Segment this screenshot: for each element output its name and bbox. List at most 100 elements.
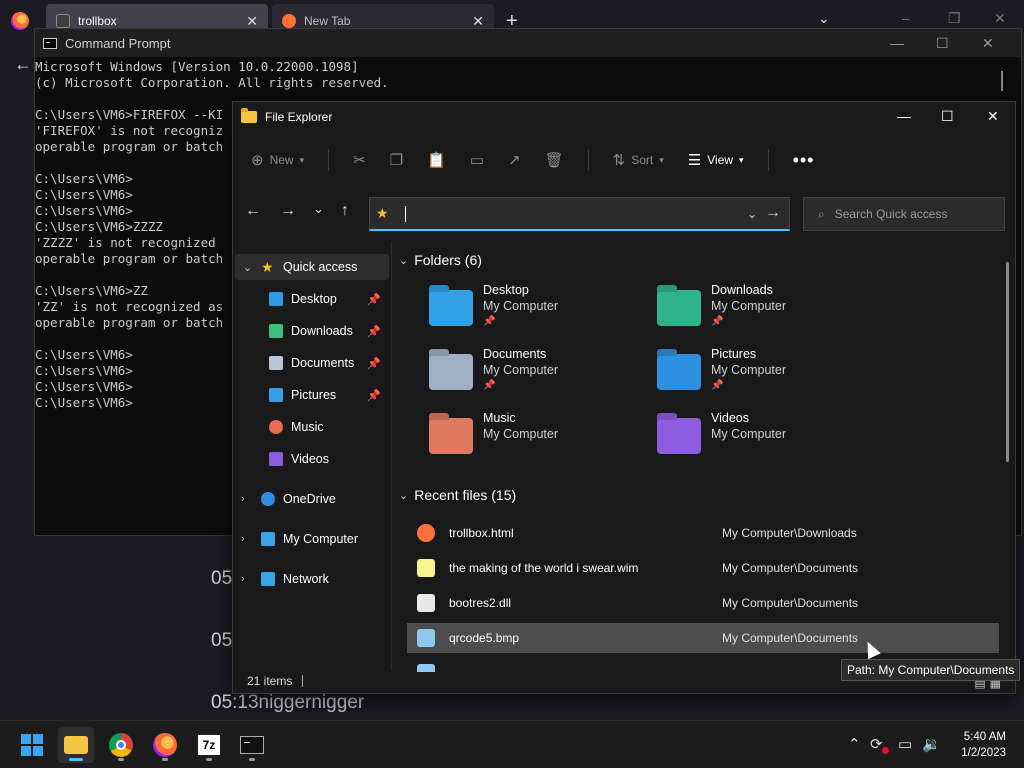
navigation-pane: ⌄ ★ Quick access Desktop 📌 Downloads 📌 Document… [233,248,391,668]
firefox-menu-icon[interactable] [11,12,29,30]
browser-minimize-button[interactable]: – [902,10,910,26]
chevron-right-icon[interactable]: › [241,533,245,545]
clock-time: 5:40 AM [963,731,1006,743]
file-location: My Computer\Documents [722,631,859,645]
up-button[interactable]: ↑ [341,202,349,220]
cmd-titlebar[interactable]: Command Prompt [35,29,1021,57]
sidebar-item-label: Quick access [283,260,358,274]
back-button[interactable]: ← [245,202,261,220]
sidebar-item-network[interactable]: › Network [233,566,383,592]
volume-icon[interactable]: 🔉 [922,735,941,753]
pin-icon: 📌 [367,389,381,402]
downloads-icon [269,324,283,338]
address-bar[interactable]: ★ ⌄ → [369,197,790,231]
recent-locations-button[interactable]: ⌄ [313,201,324,217]
file-explorer-window[interactable]: File Explorer — ☐ ✕ ⊕ New ▾ ✂ ❐ 📋 ▭ ↗ 🗑 … [232,101,1016,694]
address-dropdown-button[interactable]: ⌄ [747,207,757,221]
chrome-taskbar-button[interactable] [103,727,139,763]
recent-file-row[interactable]: the making of the world i swear.wim My Co… [407,553,999,583]
file-explorer-taskbar-button[interactable] [58,727,94,763]
documents-icon [269,356,283,370]
active-indicator [69,758,83,761]
network-icon[interactable]: ▭ [898,735,912,753]
sidebar-item-music[interactable]: Music [233,414,383,440]
explorer-minimize-button[interactable]: — [897,108,911,124]
folder-tile-music[interactable]: Music My Computer [429,410,649,466]
folders-group-header[interactable]: ⌄ Folders (6) [399,252,482,268]
folder-name: Music [483,411,516,425]
sidebar-item-videos[interactable]: Videos [233,446,383,472]
content-scrollbar[interactable] [1006,262,1009,462]
sort-button[interactable]: ⇅ Sort ▾ [613,151,664,169]
sidebar-item-desktop[interactable]: Desktop 📌 [233,286,383,312]
list-tabs-chevron-down-icon[interactable]: ⌄ [818,10,830,27]
folder-tile-pictures[interactable]: Pictures My Computer 📌 [657,346,877,402]
cut-icon[interactable]: ✂ [353,151,366,169]
recent-file-row[interactable]: qrcode5.bmp My Computer\Documents [407,623,999,653]
address-go-button[interactable]: → [765,204,781,222]
folder-location: My Computer [711,363,787,377]
delete-icon[interactable]: 🗑 [545,151,564,169]
close-tab-icon[interactable]: ✕ [246,13,258,30]
more-options-button[interactable]: ••• [793,150,815,171]
folder-tile-documents[interactable]: Documents My Computer 📌 [429,346,649,402]
search-box[interactable]: ⌕ Search Quick access [803,197,1005,231]
videos-icon [269,452,283,466]
7zip-taskbar-button[interactable]: 7z [191,727,227,763]
browser-close-button[interactable]: ✕ [994,10,1006,27]
view-button[interactable]: ☰ View ▾ [688,151,744,169]
cmd-scrollbar[interactable] [1001,71,1003,91]
folder-location: My Computer [711,427,787,441]
sidebar-item-pictures[interactable]: Pictures 📌 [233,382,383,408]
folder-tile-text: Documents My Computer 📌 [483,346,558,402]
terminal-taskbar-button[interactable] [234,727,270,763]
recent-file-row[interactable]: bootres2.dll My Computer\Documents [407,588,999,618]
chevron-down-icon: ▾ [659,154,664,165]
sidebar-item-onedrive[interactable]: › OneDrive [233,486,383,512]
firefox-taskbar-button[interactable] [147,727,183,763]
show-hidden-icons-chevron-up-icon[interactable]: ⌃ [848,735,861,753]
sync-icon[interactable]: ⟳ [870,735,883,753]
clock[interactable]: 5:40 AM 1/2/2023 [961,729,1006,761]
file-location: My Computer\Documents [722,596,859,610]
chevron-down-icon[interactable]: ⌄ [243,261,252,274]
share-icon[interactable]: ↗ [508,151,521,169]
recent-files-group-header[interactable]: ⌄ Recent files (15) [399,487,516,503]
sidebar-item-quick-access[interactable]: ⌄ ★ Quick access [235,254,389,280]
copy-icon[interactable]: ❐ [390,151,403,169]
sidebar-item-downloads[interactable]: Downloads 📌 [233,318,383,344]
cmd-title: Command Prompt [65,35,171,51]
browser-back-button[interactable]: ← [14,54,32,75]
chat-log-line: 05 [211,568,233,589]
chevron-right-icon[interactable]: › [241,573,245,585]
search-icon: ⌕ [818,206,825,221]
recent-file-row[interactable]: trollbox.html My Computer\Downloads [407,518,999,548]
sidebar-item-documents[interactable]: Documents 📌 [233,350,383,376]
forward-button[interactable]: → [280,202,296,220]
rename-icon[interactable]: ▭ [470,151,484,169]
paste-icon[interactable]: 📋 [427,151,446,169]
pictures-icon [269,388,283,402]
cmd-close-button[interactable]: ✕ [982,35,994,52]
folder-tile-downloads[interactable]: Downloads My Computer 📌 [657,282,877,338]
start-button[interactable] [14,727,50,763]
clock-date: 1/2/2023 [961,747,1006,759]
search-input[interactable]: Search Quick access [835,207,948,221]
new-button[interactable]: ⊕ New ▾ [251,151,304,169]
close-tab-icon[interactable]: ✕ [472,13,484,30]
folder-tile-desktop[interactable]: Desktop My Computer 📌 [429,282,649,338]
documents-folder-icon [429,354,473,390]
cmd-minimize-button[interactable]: — [890,35,904,51]
star-icon: ★ [261,259,274,275]
explorer-close-button[interactable]: ✕ [987,108,999,125]
cmd-maximize-button[interactable]: ☐ [936,35,949,52]
chevron-right-icon[interactable]: › [241,493,245,505]
sidebar-divider[interactable] [391,242,392,670]
explorer-maximize-button[interactable]: ☐ [941,108,954,125]
folder-name: Documents [483,347,547,361]
folder-location: My Computer [483,427,559,441]
folder-tile-videos[interactable]: Videos My Computer [657,410,877,466]
explorer-navigation-bar: ← → ⌄ ↑ ★ ⌄ → ⌕ Search Quick access [233,196,1015,232]
sidebar-item-my-computer[interactable]: › My Computer [233,526,383,552]
browser-maximize-button[interactable]: ❐ [948,10,961,27]
